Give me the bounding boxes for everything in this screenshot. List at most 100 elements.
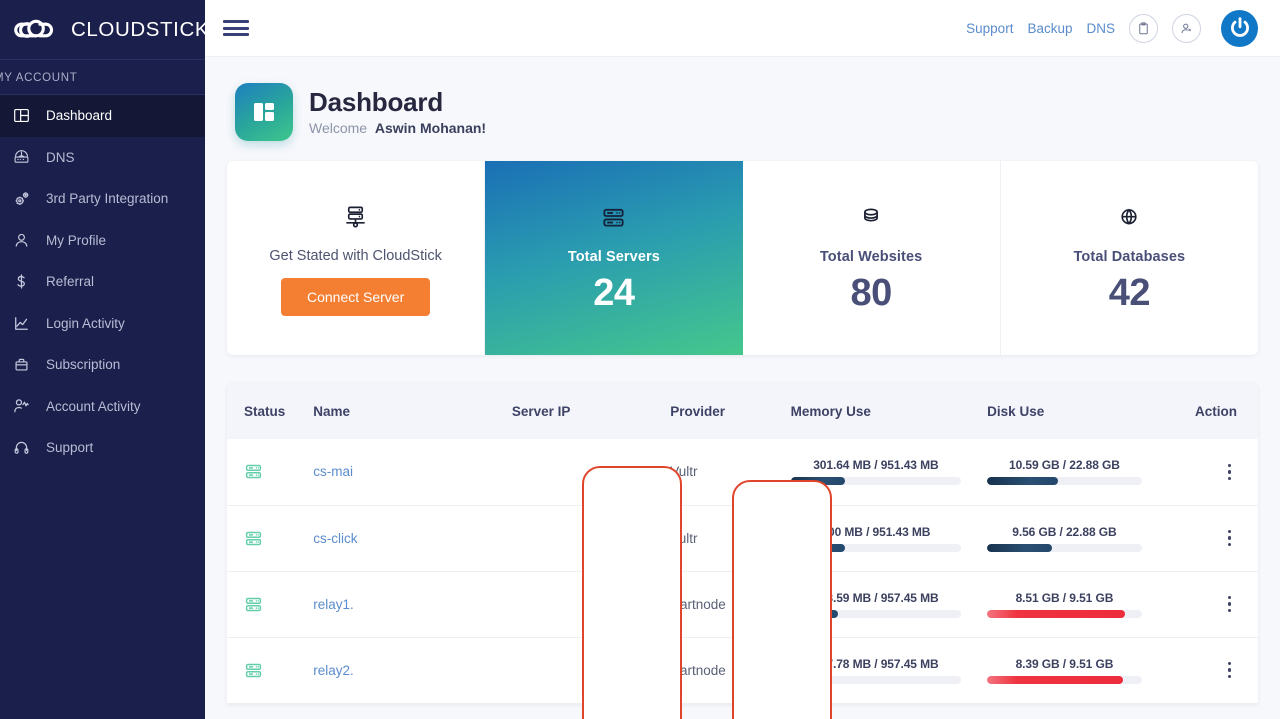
cell-provider: Vultr (670, 505, 790, 571)
globe-icon (1116, 201, 1142, 235)
disk-usage-bar (987, 676, 1142, 684)
kebab-menu-icon[interactable] (1228, 530, 1232, 547)
cloudstick-logo-icon (8, 15, 66, 45)
chart-line-icon (12, 314, 31, 333)
cell-memory-use: 301.64 MB / 951.43 MB (791, 439, 988, 505)
cell-name: cs-click (313, 505, 512, 571)
sidebar-item-my-profile[interactable]: My Profile (0, 220, 205, 262)
column-header-serverip: Server IP (512, 383, 670, 439)
cell-status (227, 439, 313, 505)
disk-usage-text: 10.59 GB / 22.88 GB (987, 458, 1142, 472)
dollar-icon (12, 272, 31, 291)
cell-memory-use: 300 MB / 951.43 MB (791, 505, 988, 571)
memory-usage-text: 300 MB / 951.43 MB (791, 525, 962, 539)
sidebar-item-dns[interactable]: DNS (0, 137, 205, 179)
sidebar-item-referral[interactable]: Referral (0, 261, 205, 303)
page-title: Dashboard (309, 88, 486, 118)
sidebar-item-label: DNS (46, 150, 75, 165)
stat-card-label: Total Databases (1074, 249, 1186, 265)
sidebar-item-subscription[interactable]: Subscription (0, 344, 205, 386)
sidebar-item-3rd-party-integration[interactable]: 3rd Party Integration (0, 178, 205, 220)
server-name-link[interactable]: cs-mai (313, 464, 353, 479)
table-header: Status Name Server IP Provider Memory Us… (227, 383, 1258, 439)
sidebar-item-account-activity[interactable]: Account Activity (0, 386, 205, 428)
table-row: cs-click Vultr300 MB / 951.43 MB 9.56 GB /… (227, 505, 1258, 571)
disk-usage-bar (987, 544, 1142, 552)
disk-usage-bar (987, 477, 1142, 485)
servers-table-card: Status Name Server IP Provider Memory Us… (227, 383, 1258, 704)
dns-icon (12, 148, 31, 167)
sidebar-item-support[interactable]: Support (0, 427, 205, 469)
page-content: Dashboard Welcome Aswin Mohanan! (205, 57, 1280, 719)
table-row: cs-maiVultr301.64 MB / 951.43 MB10.59 GB… (227, 439, 1258, 505)
brand-logo[interactable]: CLOUDSTICK (0, 0, 205, 60)
stat-card-label: Total Servers (568, 249, 660, 265)
clipboard-icon[interactable] (1129, 14, 1158, 43)
disk-usage-bar (987, 610, 1142, 618)
cell-disk-use: 8.51 GB / 9.51 GB (987, 571, 1168, 637)
cell-action (1168, 439, 1258, 505)
table-row: relay2. Dartnode207.78 MB / 957.45 MB 8.39… (227, 637, 1258, 703)
power-icon[interactable] (1221, 10, 1258, 47)
sidebar-item-login-activity[interactable]: Login Activity (0, 303, 205, 345)
cell-provider: Dartnode (670, 637, 790, 703)
briefcase-icon (12, 355, 31, 374)
kebab-menu-icon[interactable] (1228, 464, 1232, 481)
dashboard-tile-icon (235, 83, 293, 141)
cell-status (227, 571, 313, 637)
sidebar-nav: Dashboard DNS (0, 95, 205, 469)
column-header-memory: Memory Use (791, 383, 988, 439)
kebab-menu-icon[interactable] (1228, 662, 1232, 679)
server-name-link[interactable]: relay2. (313, 663, 354, 678)
welcome-prefix: Welcome (309, 120, 367, 136)
stats-row: Get Stated with CloudStick Connect Serve… (227, 161, 1258, 355)
kebab-menu-icon[interactable] (1228, 596, 1232, 613)
cell-disk-use: 9.56 GB / 22.88 GB (987, 505, 1168, 571)
topbar-link-dns[interactable]: DNS (1086, 21, 1115, 36)
page-header: Dashboard Welcome Aswin Mohanan! (227, 57, 1258, 161)
connect-server-button[interactable]: Connect Server (281, 278, 430, 316)
stat-card-value: 24 (593, 272, 634, 315)
sidebar-section-label: MY ACCOUNT (0, 60, 205, 95)
memory-usage-text: 263.59 MB / 957.45 MB (791, 591, 962, 605)
topbar-link-support[interactable]: Support (966, 21, 1013, 36)
topbar-link-backup[interactable]: Backup (1027, 21, 1072, 36)
cell-disk-use: 8.39 GB / 9.51 GB (987, 637, 1168, 703)
sidebar-item-label: Login Activity (46, 316, 125, 331)
sidebar-item-label: Dashboard (46, 108, 112, 123)
user-circle-icon[interactable] (1172, 14, 1201, 43)
column-header-name: Name (313, 383, 512, 439)
memory-usage-bar (791, 610, 962, 618)
gears-icon (12, 189, 31, 208)
stat-card-total-websites: Total Websites 80 (743, 161, 1001, 355)
stat-card-get-started: Get Stated with CloudStick Connect Serve… (227, 161, 485, 355)
sidebar-item-label: My Profile (46, 233, 106, 248)
sidebar-item-dashboard[interactable]: Dashboard (0, 95, 205, 137)
sidebar-item-label: Account Activity (46, 399, 141, 414)
disk-usage-text: 8.51 GB / 9.51 GB (987, 591, 1142, 605)
servers-icon (600, 201, 627, 235)
stat-card-value: 42 (1109, 272, 1150, 315)
sidebar-item-label: Support (46, 440, 93, 455)
server-rack-icon (342, 200, 369, 234)
server-online-icon (244, 529, 313, 548)
cell-action (1168, 571, 1258, 637)
welcome-message: Welcome Aswin Mohanan! (309, 120, 486, 136)
memory-usage-text: 207.78 MB / 957.45 MB (791, 657, 962, 671)
stat-card-value: 80 (850, 272, 891, 315)
user-name: Aswin Mohanan! (375, 120, 486, 136)
cell-server-ip (512, 637, 670, 703)
column-header-disk: Disk Use (987, 383, 1168, 439)
cell-memory-use: 207.78 MB / 957.45 MB (791, 637, 988, 703)
server-online-icon (244, 661, 313, 680)
disk-usage-text: 8.39 GB / 9.51 GB (987, 657, 1142, 671)
server-name-link[interactable]: relay1. (313, 597, 354, 612)
cell-name: relay1. (313, 571, 512, 637)
headset-icon (12, 438, 31, 457)
cell-name: cs-mai (313, 439, 512, 505)
column-header-action: Action (1168, 383, 1258, 439)
hamburger-icon[interactable] (223, 18, 249, 38)
server-name-link[interactable]: cs-click (313, 531, 357, 546)
table-header-row: Status Name Server IP Provider Memory Us… (227, 383, 1258, 439)
memory-usage-bar (791, 477, 962, 485)
